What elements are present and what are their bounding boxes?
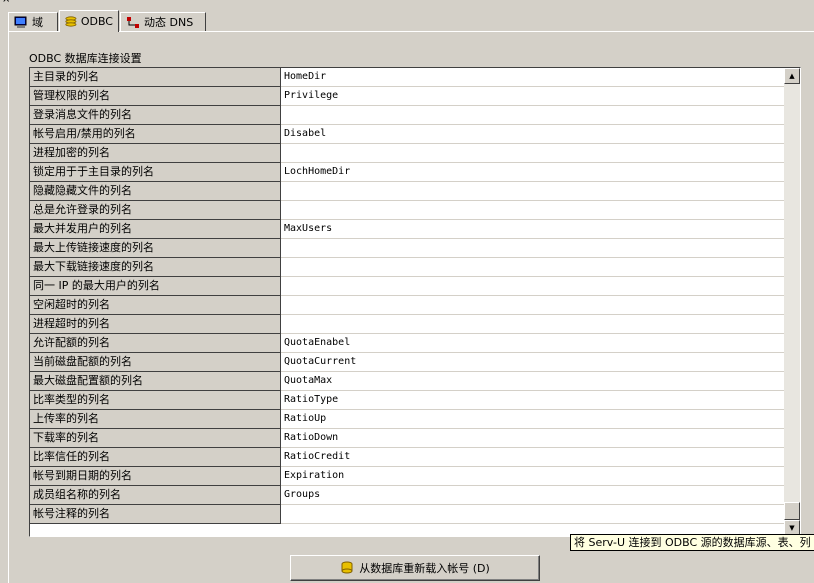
table-row: 帐号注释的列名: [30, 505, 784, 524]
table-row: 管理权限的列名 Privilege: [30, 87, 784, 106]
table-row: 登录消息文件的列名: [30, 106, 784, 125]
row-label: 主目录的列名: [30, 68, 281, 87]
row-value-input[interactable]: [281, 505, 784, 524]
odbc-column-grid: 主目录的列名 HomeDir 管理权限的列名 Privilege 登录消息文件的列名 帐号…: [29, 67, 801, 537]
row-label: 最大磁盘配置额的列名: [30, 372, 281, 391]
row-value-input[interactable]: [281, 315, 784, 334]
close-icon[interactable]: ×: [2, 0, 10, 5]
dns-network-icon: [127, 16, 139, 28]
row-label: 隐藏隐藏文件的列名: [30, 182, 281, 201]
tab-odbc[interactable]: ODBC: [59, 10, 119, 32]
tab-label: 动态 DNS: [144, 16, 194, 29]
row-value-input[interactable]: Disabel: [281, 125, 784, 144]
row-label: 登录消息文件的列名: [30, 106, 281, 125]
table-row: 最大并发用户的列名 MaxUsers: [30, 220, 784, 239]
row-label: 进程加密的列名: [30, 144, 281, 163]
tab-label: ODBC: [80, 15, 113, 28]
table-row: 允许配额的列名 QuotaEnabel: [30, 334, 784, 353]
table-row: 上传率的列名 RatioUp: [30, 410, 784, 429]
tab-dynamic-dns[interactable]: 动态 DNS: [120, 12, 206, 31]
row-value-input[interactable]: RatioType: [281, 391, 784, 410]
row-value-input[interactable]: Privilege: [281, 87, 784, 106]
row-value-input[interactable]: [281, 258, 784, 277]
table-row: 最大磁盘配置额的列名 QuotaMax: [30, 372, 784, 391]
row-value-input[interactable]: [281, 106, 784, 125]
table-row: 当前磁盘配额的列名 QuotaCurrent: [30, 353, 784, 372]
row-value-input[interactable]: QuotaEnabel: [281, 334, 784, 353]
computer-icon: [14, 16, 27, 28]
row-label: 帐号注释的列名: [30, 505, 281, 524]
table-row: 比率类型的列名 RatioType: [30, 391, 784, 410]
table-row: 进程超时的列名: [30, 315, 784, 334]
table-row: 总是允许登录的列名: [30, 201, 784, 220]
scroll-thumb[interactable]: [784, 502, 800, 520]
row-value-input[interactable]: RatioUp: [281, 410, 784, 429]
row-label: 下载率的列名: [30, 429, 281, 448]
row-label: 允许配额的列名: [30, 334, 281, 353]
table-row: 最大上传链接速度的列名: [30, 239, 784, 258]
scroll-up-button[interactable]: ▲: [784, 68, 800, 84]
row-label: 管理权限的列名: [30, 87, 281, 106]
row-value-input[interactable]: Expiration: [281, 467, 784, 486]
tooltip: 将 Serv-U 连接到 ODBC 源的数据库源、表、列: [570, 534, 814, 551]
row-value-input[interactable]: [281, 296, 784, 315]
table-row: 帐号启用/禁用的列名 Disabel: [30, 125, 784, 144]
tab-domain[interactable]: 域: [8, 12, 58, 31]
table-row: 成员组名称的列名 Groups: [30, 486, 784, 505]
row-label: 进程超时的列名: [30, 315, 281, 334]
window-top-edge: ×: [0, 0, 814, 8]
row-label: 最大并发用户的列名: [30, 220, 281, 239]
row-label: 总是允许登录的列名: [30, 201, 281, 220]
row-label: 锁定用于于主目录的列名: [30, 163, 281, 182]
row-value-input[interactable]: HomeDir: [281, 68, 784, 87]
row-value-input[interactable]: MaxUsers: [281, 220, 784, 239]
row-label: 同一 IP 的最大用户的列名: [30, 277, 281, 296]
row-label: 成员组名称的列名: [30, 486, 281, 505]
table-row: 主目录的列名 HomeDir: [30, 68, 784, 87]
table-row: 隐藏隐藏文件的列名: [30, 182, 784, 201]
row-label: 比率类型的列名: [30, 391, 281, 410]
row-value-input[interactable]: LochHomeDir: [281, 163, 784, 182]
table-row: 进程加密的列名: [30, 144, 784, 163]
reload-accounts-button[interactable]: 从数据库重新载入帐号 (D): [290, 555, 540, 581]
row-value-input[interactable]: Groups: [281, 486, 784, 505]
table-row: 比率信任的列名 RatioCredit: [30, 448, 784, 467]
row-value-input[interactable]: [281, 201, 784, 220]
row-value-input[interactable]: QuotaCurrent: [281, 353, 784, 372]
table-row: 锁定用于于主目录的列名 LochHomeDir: [30, 163, 784, 182]
row-value-input[interactable]: RatioCredit: [281, 448, 784, 467]
row-value-input[interactable]: [281, 144, 784, 163]
database-reload-icon: [341, 561, 353, 574]
row-value-input[interactable]: [281, 277, 784, 296]
row-label: 比率信任的列名: [30, 448, 281, 467]
vertical-scrollbar[interactable]: ▲ ▼: [784, 68, 800, 536]
grid-rows: 主目录的列名 HomeDir 管理权限的列名 Privilege 登录消息文件的列名 帐号…: [30, 68, 784, 524]
reload-button-label: 从数据库重新载入帐号 (D): [359, 562, 490, 575]
row-label: 上传率的列名: [30, 410, 281, 429]
row-value-input[interactable]: RatioDown: [281, 429, 784, 448]
table-row: 下载率的列名 RatioDown: [30, 429, 784, 448]
row-value-input[interactable]: QuotaMax: [281, 372, 784, 391]
row-label: 空闲超时的列名: [30, 296, 281, 315]
row-label: 当前磁盘配额的列名: [30, 353, 281, 372]
row-label: 帐号启用/禁用的列名: [30, 125, 281, 144]
database-coins-icon: [65, 16, 77, 27]
row-value-input[interactable]: [281, 239, 784, 258]
table-row: 帐号到期日期的列名 Expiration: [30, 467, 784, 486]
table-row: 空闲超时的列名: [30, 296, 784, 315]
row-label: 最大下载链接速度的列名: [30, 258, 281, 277]
row-label: 最大上传链接速度的列名: [30, 239, 281, 258]
row-value-input[interactable]: [281, 182, 784, 201]
tab-label: 域: [32, 16, 43, 29]
table-row: 最大下载链接速度的列名: [30, 258, 784, 277]
row-label: 帐号到期日期的列名: [30, 467, 281, 486]
group-title: ODBC 数据库连接设置: [29, 52, 142, 65]
table-row: 同一 IP 的最大用户的列名: [30, 277, 784, 296]
